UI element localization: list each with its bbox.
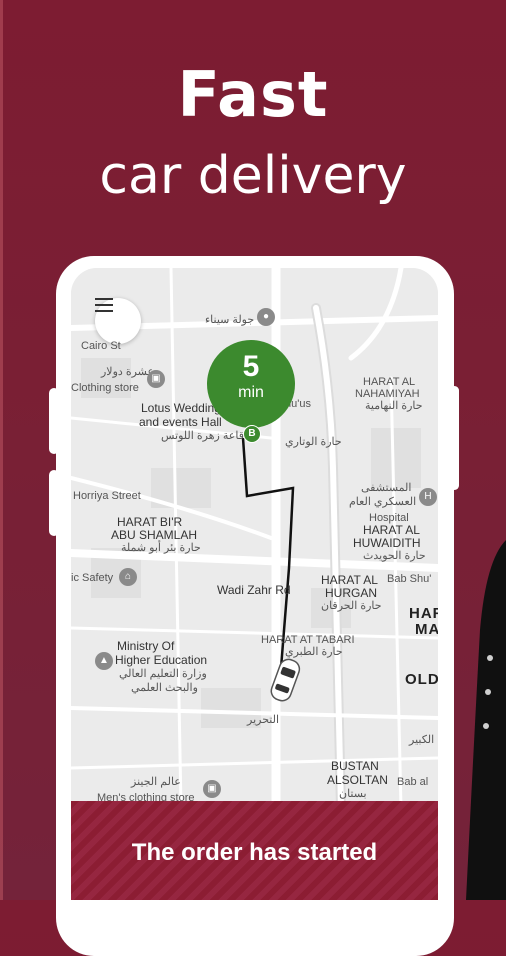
- map-label: حارة الحويدث: [363, 550, 426, 562]
- map-label: MA: [415, 621, 438, 638]
- car-icon[interactable]: [267, 656, 303, 706]
- map-label: Horriya Street: [73, 490, 141, 502]
- hero-title: Fast: [177, 58, 329, 131]
- map-label: HARAT AL: [363, 376, 416, 388]
- map-label: HARAT BI'R: [117, 515, 183, 529]
- shopping-bag-icon[interactable]: ▣: [147, 370, 165, 388]
- map-label: HUWAIDITH: [353, 536, 421, 550]
- map-label: Wadi Zahr Rd: [217, 583, 291, 597]
- map-label: وزارة التعليم العالي: [119, 668, 207, 680]
- bank-icon[interactable]: ⌂: [119, 568, 137, 586]
- map-label: and events Hall: [139, 415, 222, 429]
- map-label: عالم الجينز: [131, 776, 181, 788]
- map-label: HARAT AL: [321, 573, 378, 587]
- map-label: الكبير: [409, 734, 435, 746]
- school-icon[interactable]: ▲: [95, 652, 113, 670]
- status-banner: The order has started: [71, 801, 438, 900]
- eta-badge: 5 min: [207, 340, 295, 428]
- map-label: BUSTAN: [331, 759, 379, 773]
- shopping-bag-icon[interactable]: ▣: [203, 780, 221, 798]
- map-label: بستان: [339, 788, 367, 800]
- left-edge-line: [0, 0, 3, 900]
- hamburger-icon: [95, 298, 113, 312]
- eta-value: 5: [242, 350, 260, 383]
- map-label: جولة سيناء: [205, 314, 255, 326]
- map-label: Cairo St: [81, 340, 121, 352]
- map-label: المستشفى: [361, 482, 412, 494]
- map-label: حارة بئر أبو شملة: [121, 542, 201, 554]
- map-label: OLD: [405, 671, 438, 688]
- map-label: HARAT AT TABARI: [261, 634, 355, 646]
- map-label: NAHAMIYAH: [355, 388, 420, 400]
- map-label: HAR: [409, 605, 438, 622]
- map-label: التحرير: [247, 714, 280, 726]
- map-label: حارة الحرقان: [321, 600, 382, 612]
- eta-unit: min: [238, 384, 264, 401]
- map-label: Bab Shu': [387, 573, 432, 585]
- map-label: ALSOLTAN: [327, 773, 388, 787]
- map-label: حارة النهامية: [365, 400, 423, 412]
- map-label: والبحث العلمي: [131, 682, 198, 694]
- map-label: Bab al: [397, 776, 429, 788]
- app-screen: Cairo St جولة سيناء ● عشرة دولار Clothin…: [71, 268, 438, 900]
- map-label: ic Safety: [71, 572, 114, 584]
- hospital-icon[interactable]: H: [419, 488, 437, 506]
- map-label: قاعة زهرة اللوتس: [161, 430, 244, 442]
- map-label: HARAT AL: [363, 523, 420, 537]
- map-label: Lotus Wedding: [141, 401, 221, 415]
- map-label: العسكري العام: [349, 496, 417, 508]
- map-label: Ministry Of: [117, 639, 175, 653]
- menu-button[interactable]: [95, 298, 141, 344]
- map-label: حارة الوتاري: [285, 436, 342, 448]
- map-label: عشرة دولار: [101, 366, 155, 378]
- map-label: Clothing store: [71, 382, 139, 394]
- map-label: HURGAN: [325, 586, 378, 600]
- place-pin-icon[interactable]: ●: [257, 308, 275, 326]
- hero-subtitle: car delivery: [99, 146, 407, 206]
- map-label: ABU SHAMLAH: [111, 528, 198, 542]
- map-label: Higher Education: [115, 653, 208, 667]
- destination-marker[interactable]: B: [243, 425, 261, 443]
- person-figure: [466, 540, 506, 900]
- status-banner-text: The order has started: [131, 839, 378, 866]
